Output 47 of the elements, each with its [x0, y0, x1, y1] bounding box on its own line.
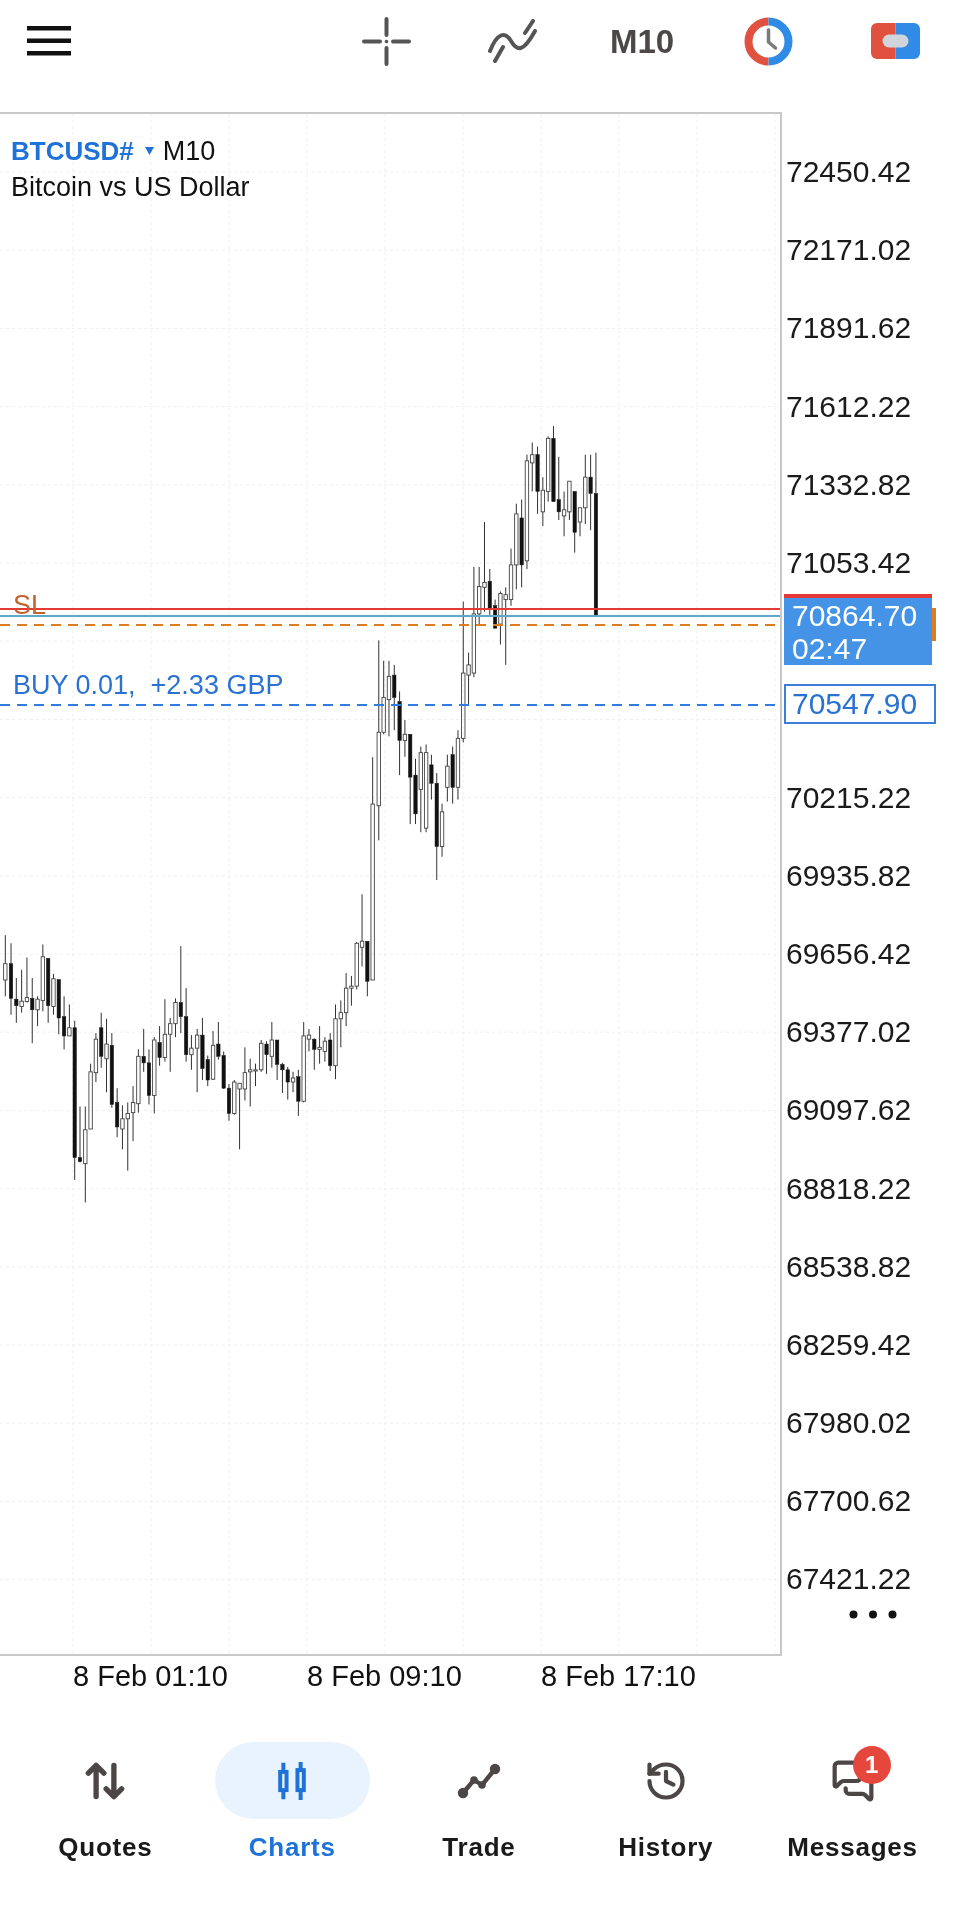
more-icon — [849, 1610, 897, 1620]
time-axis-label: 8 Feb 17:10 — [541, 1660, 696, 1692]
chart-timeframe: M10 — [162, 135, 216, 168]
stop-loss-marker — [932, 608, 936, 641]
price-axis-label: 69097.62 — [786, 1095, 912, 1126]
crosshair-icon — [362, 16, 411, 66]
price-axis-label: 69935.82 — [786, 860, 912, 891]
price-axis-label: 68818.22 — [786, 1173, 912, 1204]
wave-curve-icon — [487, 19, 539, 63]
notification-badge: 1 — [852, 1745, 891, 1784]
position-label: BUY 0.01, +2.33 GBP — [13, 672, 284, 699]
price-axis-label: 71891.62 — [786, 313, 912, 344]
price-axis-label: 67980.02 — [786, 1408, 912, 1439]
price-axis-label: 72450.42 — [786, 157, 912, 188]
time-axis-label: 8 Feb 09:10 — [307, 1660, 462, 1692]
crosshair-button[interactable] — [362, 16, 411, 66]
price-axis-label: 69377.02 — [786, 1017, 912, 1048]
price-axis-label: 71332.82 — [786, 469, 912, 500]
price-axis-label: 68259.42 — [786, 1329, 912, 1360]
clock-button[interactable] — [744, 16, 794, 66]
price-axis-label: 67700.62 — [786, 1486, 912, 1517]
symbol-description: Bitcoin vs US Dollar — [11, 171, 250, 204]
price-axis-label: 72171.02 — [786, 235, 912, 266]
time-axis-label: 8 Feb 01:10 — [73, 1660, 228, 1692]
symbol-selector[interactable]: BTCUSD# — [11, 133, 154, 169]
price-axis-label: 71612.22 — [786, 391, 912, 422]
menu-button[interactable] — [27, 26, 71, 56]
bid-price-label: 70864.70 02:47 — [784, 598, 932, 665]
timeframe-button[interactable]: M10 — [610, 24, 675, 58]
price-axis-label: 71053.42 — [786, 548, 912, 579]
caret-icon — [144, 147, 154, 155]
price-axis-label: 70215.22 — [786, 782, 912, 813]
more-button[interactable] — [848, 1608, 898, 1621]
price-axis-label: 69656.42 — [786, 939, 912, 969]
clock-icon — [744, 16, 794, 66]
one-click-button[interactable] — [871, 23, 921, 59]
price-axis-label: 67421.22 — [786, 1564, 912, 1595]
position-price-label: 70547.90 — [784, 684, 936, 724]
split-square-icon — [871, 23, 921, 59]
nav-tab[interactable]: Quotes — [12, 1742, 199, 1863]
price-axis-label: 68538.82 — [786, 1251, 912, 1282]
nav-tab[interactable]: 1 Messages — [759, 1742, 946, 1863]
menu-icon — [27, 26, 71, 56]
nav-tab[interactable]: History — [572, 1742, 760, 1863]
up-down-arrows-icon — [85, 1760, 126, 1801]
indicators-button[interactable] — [487, 19, 539, 63]
nav-tab[interactable]: Trade — [385, 1742, 573, 1863]
